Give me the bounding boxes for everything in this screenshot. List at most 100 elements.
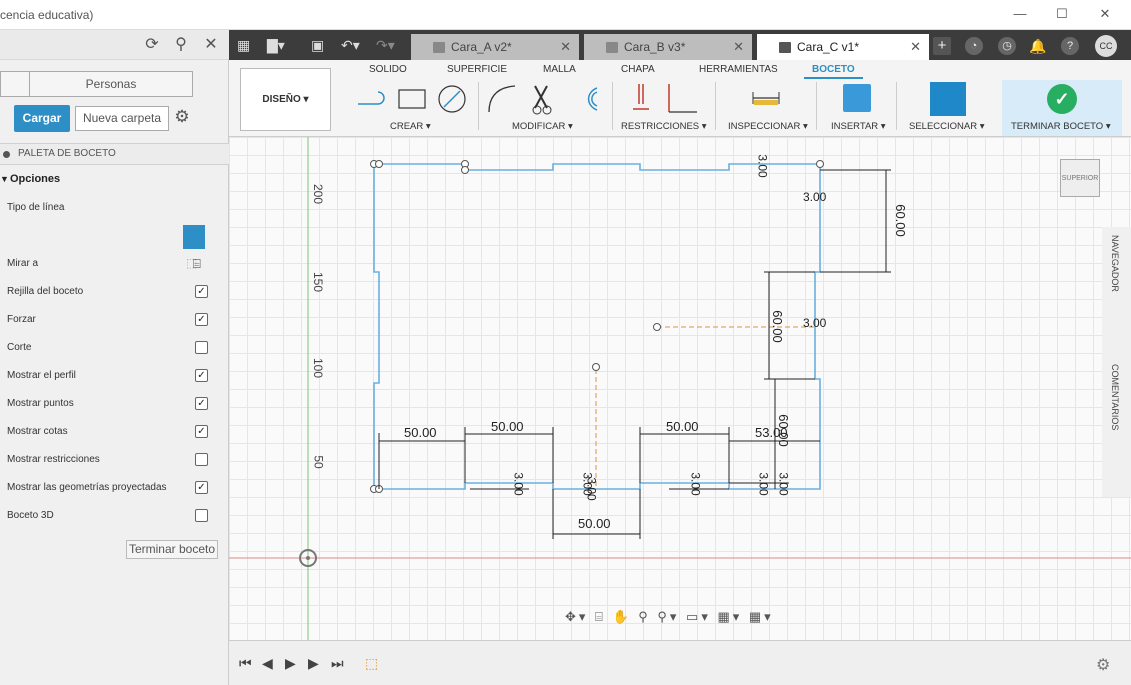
create-menu[interactable]: CREAR ▾ [390, 121, 431, 132]
dimension-label[interactable]: 3.00 [512, 472, 526, 495]
user-avatar[interactable]: CC [1095, 35, 1117, 57]
insert-menu[interactable]: INSERTAR ▾ [831, 121, 886, 132]
tab-solid[interactable]: SOLIDO [369, 64, 407, 75]
inspect-menu[interactable]: INSPECCIONAR ▾ [728, 121, 808, 132]
close-tab-icon[interactable]: ✕ [560, 34, 571, 60]
notifications-icon[interactable]: 🔔 [1029, 37, 1047, 55]
extensions-icon[interactable]: ◔ [965, 37, 983, 55]
file-icon[interactable]: ▇▾ [267, 36, 285, 54]
sketch-canvas[interactable]: 200 150 100 50 50.00 50.00 50.00 53.00 5… [229, 137, 1131, 640]
measure-icon[interactable] [751, 88, 781, 108]
dimension-label[interactable]: 60.00 [776, 414, 791, 447]
navigator-tab[interactable]: NAVEGADOR [1110, 235, 1120, 292]
new-tab-icon[interactable]: + [933, 37, 951, 55]
tab-cara-b[interactable]: Cara_B v3* ✕ [584, 34, 752, 60]
new-folder-button[interactable]: Nueva carpeta [75, 106, 169, 131]
sketch-grid-checkbox[interactable]: ✓ [195, 285, 208, 298]
go-to-end-icon[interactable]: ⏭ [331, 655, 344, 672]
slice-checkbox[interactable] [195, 341, 208, 354]
dimension-label[interactable]: 3.00 [689, 472, 703, 495]
workspace-menu[interactable]: DISEÑO ▾ [240, 68, 331, 131]
save-icon[interactable]: ▣ [311, 36, 324, 54]
dimension-label[interactable]: 60.00 [770, 310, 785, 343]
dimension-label[interactable]: 50.00 [666, 419, 699, 434]
undo-icon[interactable]: ↶▾ [341, 36, 360, 54]
options-header[interactable]: Opciones [0, 173, 60, 185]
show-constraints-checkbox[interactable] [195, 453, 208, 466]
option-snap: Forzar ✓ [7, 310, 217, 330]
option-show-points: Mostrar puntos ✓ [7, 394, 217, 414]
tab-surface[interactable]: SUPERFICIE [447, 64, 507, 75]
snap-checkbox[interactable]: ✓ [195, 313, 208, 326]
show-profile-checkbox[interactable]: ✓ [195, 369, 208, 382]
timeline-sketch-icon[interactable]: ⬚ [365, 655, 378, 672]
gear-icon[interactable]: ⚙ [172, 107, 192, 127]
go-to-start-icon[interactable]: ⏮ [239, 655, 252, 672]
redo-icon[interactable]: ↷▾ [376, 36, 395, 54]
dimension-label[interactable]: 3.00 [777, 472, 791, 495]
create-tools-icons[interactable] [354, 82, 474, 116]
document-tab-bar: ▦ ▇▾ ▣ ↶▾ ↷▾ Cara_A v2* ✕ Cara_B v3* ✕ Car… [229, 30, 1131, 60]
close-tab-icon[interactable]: ✕ [733, 34, 744, 60]
tab-tools[interactable]: HERRAMIENTAS [699, 64, 778, 75]
dimension-label[interactable]: 3.00 [585, 477, 599, 500]
option-3d-sketch: Boceto 3D [7, 506, 217, 526]
tab-mesh[interactable]: MALLA [543, 64, 576, 75]
refresh-icon[interactable]: ⟳ [142, 35, 162, 55]
select-menu[interactable]: SELECCIONAR ▾ [909, 121, 985, 132]
tab-project[interactable] [0, 71, 30, 97]
dimension-label[interactable]: 50.00 [404, 425, 437, 440]
timeline-bar: ✥▾ ⌸ ✋ ⚲ ⚲▾ ▭▾ ▦▾ ▦▾ ⏮ ◀ ▶ ▶ ⏭ ⬚ ⚙ [229, 609, 1131, 685]
job-status-icon[interactable]: ◷ [998, 37, 1016, 55]
play-icon[interactable]: ▶ [285, 655, 296, 672]
show-projected-checkbox[interactable]: ✓ [195, 481, 208, 494]
check-icon[interactable]: ✓ [1047, 84, 1077, 114]
dimension-label[interactable]: 3.00 [757, 472, 771, 495]
show-dimensions-checkbox[interactable]: ✓ [195, 425, 208, 438]
dimension-label[interactable]: 50.00 [491, 419, 524, 434]
sketch-palette-title: PALETA DE BOCETO [18, 148, 116, 159]
minimize-button[interactable]: — [1008, 4, 1032, 24]
tab-cara-c[interactable]: Cara_C v1* ✕ [757, 34, 929, 60]
separator [816, 82, 817, 130]
comments-tab[interactable]: COMENTARIOS [1110, 364, 1120, 430]
constraints-menu[interactable]: RESTRICCIONES ▾ [621, 121, 707, 132]
dimension-label[interactable]: 3.00 [803, 190, 826, 204]
sketch-palette-header[interactable]: PALETA DE BOCETO [0, 143, 229, 165]
close-tab-icon[interactable]: ✕ [910, 34, 921, 60]
modify-tools-icons[interactable] [485, 82, 605, 116]
option-look-at: Mirar a ⌸ [7, 254, 217, 274]
dimension-label[interactable]: 60.00 [893, 204, 908, 237]
close-icon[interactable]: ✕ [201, 35, 221, 55]
tab-cara-a[interactable]: Cara_A v2* ✕ [411, 34, 579, 60]
look-at-icon[interactable]: ⌸ [193, 254, 201, 274]
3d-sketch-checkbox[interactable] [195, 509, 208, 522]
option-slice: Corte [7, 338, 217, 358]
constraint-tools-icons[interactable] [629, 82, 709, 116]
tab-sheet-metal[interactable]: CHAPA [621, 64, 655, 75]
help-icon[interactable]: ? [1061, 37, 1079, 55]
tab-people[interactable]: Personas [29, 71, 193, 97]
finish-sketch-menu[interactable]: TERMINAR BOCETO ▾ [1011, 121, 1111, 132]
sketch-geometry [229, 137, 1131, 640]
show-points-checkbox[interactable]: ✓ [195, 397, 208, 410]
maximize-button[interactable]: ☐ [1050, 4, 1074, 24]
tab-sketch[interactable]: BOCETO [804, 64, 863, 79]
step-forward-icon[interactable]: ▶ [308, 655, 319, 672]
step-back-icon[interactable]: ◀ [262, 655, 273, 672]
dimension-label[interactable]: 50.00 [578, 516, 611, 531]
finish-sketch-button[interactable]: Terminar boceto [126, 540, 218, 559]
select-icon[interactable] [930, 82, 966, 116]
dimension-label[interactable]: 3.00 [756, 154, 770, 177]
line-type-button[interactable] [183, 225, 205, 249]
settings-gear-icon[interactable]: ⚙ [1096, 655, 1110, 675]
apps-grid-icon[interactable]: ▦ [237, 36, 250, 54]
search-icon[interactable]: ⚲ [171, 35, 191, 55]
insert-image-icon[interactable] [843, 84, 871, 112]
load-button[interactable]: Cargar [14, 105, 70, 132]
modify-menu[interactable]: MODIFICAR ▾ [512, 121, 573, 132]
navigation-bar[interactable]: ✥▾ ⌸ ✋ ⚲ ⚲▾ ▭▾ ▦▾ ▦▾ [565, 609, 791, 629]
dimension-label[interactable]: 3.00 [803, 316, 826, 330]
view-cube[interactable]: SUPERIOR [1060, 159, 1100, 197]
close-window-button[interactable]: ✕ [1093, 4, 1117, 24]
